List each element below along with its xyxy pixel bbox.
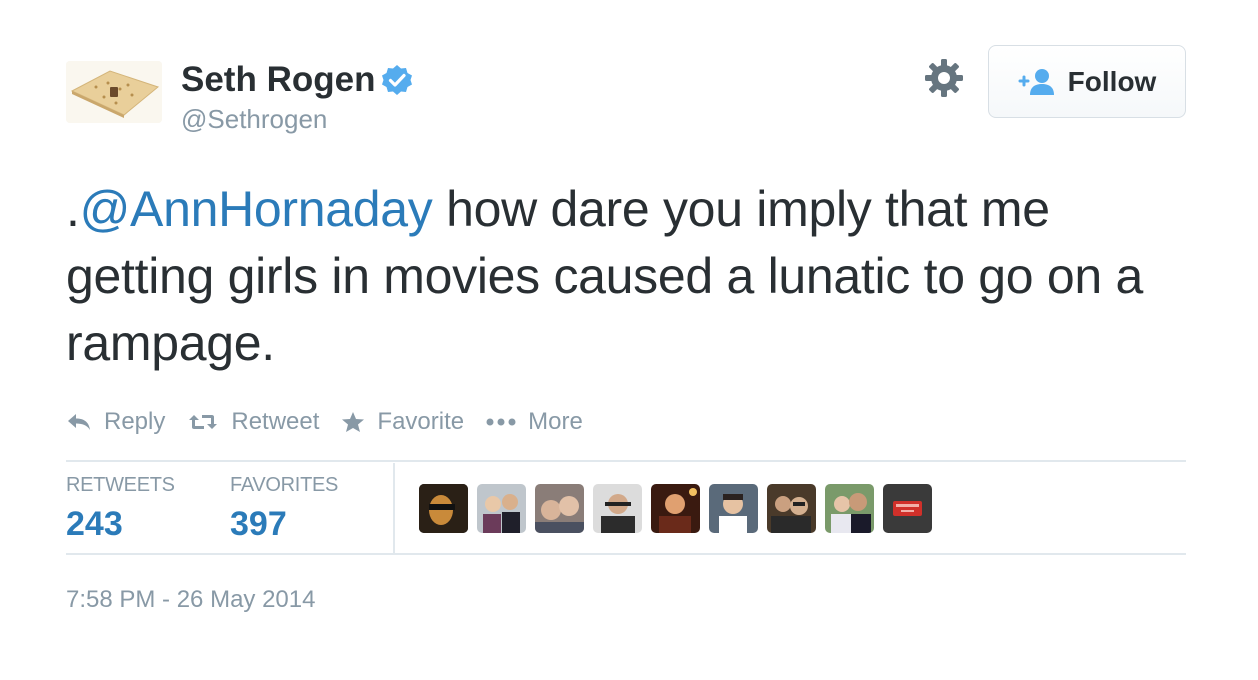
favoriter-avatars (419, 484, 941, 533)
follow-button-label: Follow (1067, 65, 1157, 97)
avatar-photo (593, 484, 642, 533)
author-handle[interactable]: @Sethrogen (181, 104, 327, 135)
cracker-avatar-image (66, 61, 162, 123)
avatar-photo (477, 484, 526, 533)
reply-button[interactable]: Reply (66, 408, 165, 436)
stats-vertical-divider (393, 463, 395, 554)
retweets-stat[interactable]: RETWEETS 243 (66, 474, 175, 544)
favoriter-avatar[interactable] (535, 484, 584, 533)
avatar-photo (767, 484, 816, 533)
retweet-icon (189, 415, 218, 429)
avatar-photo (535, 484, 584, 533)
tweet-prefix: . (66, 181, 80, 237)
author-name-text[interactable]: Seth Rogen (181, 60, 375, 100)
avatar-photo (419, 484, 468, 533)
retweet-button[interactable]: Retweet (187, 408, 319, 436)
follow-button[interactable]: Follow (988, 45, 1186, 118)
avatar-photo (883, 484, 932, 533)
retweet-label: Retweet (231, 408, 320, 435)
favoriter-avatar[interactable] (419, 484, 468, 533)
stats-bottom-divider (66, 553, 1186, 555)
author-avatar[interactable] (66, 61, 162, 123)
more-button[interactable]: More (486, 408, 583, 436)
avatar-photo (709, 484, 758, 533)
favoriter-avatar[interactable] (825, 484, 874, 533)
tweet-timestamp[interactable]: 7:58 PM - 26 May 2014 (66, 586, 315, 614)
favorite-button[interactable]: Favorite (341, 408, 464, 436)
tweet-text: .@AnnHornaday how dare you imply that me… (66, 176, 1206, 377)
avatar-photo (651, 484, 700, 533)
favoriter-avatar[interactable] (883, 484, 932, 533)
stats-top-divider (66, 460, 1186, 462)
avatar-photo (825, 484, 874, 533)
more-dots-icon (486, 418, 516, 426)
tweet-actions: Reply Retweet Favorite More (66, 404, 605, 440)
favoriter-avatar[interactable] (767, 484, 816, 533)
favorites-count: 397 (230, 505, 287, 543)
retweets-count: 243 (66, 505, 123, 543)
favorites-stat[interactable]: FAVORITES 397 (230, 474, 338, 544)
author-name[interactable]: Seth Rogen (181, 60, 413, 100)
favoriter-avatar[interactable] (709, 484, 758, 533)
favoriter-avatar[interactable] (651, 484, 700, 533)
tweet-mention-link[interactable]: @AnnHornaday (80, 181, 433, 237)
gear-icon[interactable] (923, 57, 965, 99)
favorites-label: FAVORITES (230, 474, 339, 496)
star-icon (342, 412, 365, 432)
verified-badge-icon (382, 65, 413, 95)
favoriter-avatar[interactable] (477, 484, 526, 533)
favorite-label: Favorite (377, 408, 465, 435)
reply-icon (68, 414, 90, 430)
retweets-label: RETWEETS (66, 474, 175, 496)
more-label: More (528, 408, 583, 435)
favoriter-avatar[interactable] (593, 484, 642, 533)
reply-label: Reply (104, 408, 166, 435)
add-user-icon (1018, 68, 1054, 95)
